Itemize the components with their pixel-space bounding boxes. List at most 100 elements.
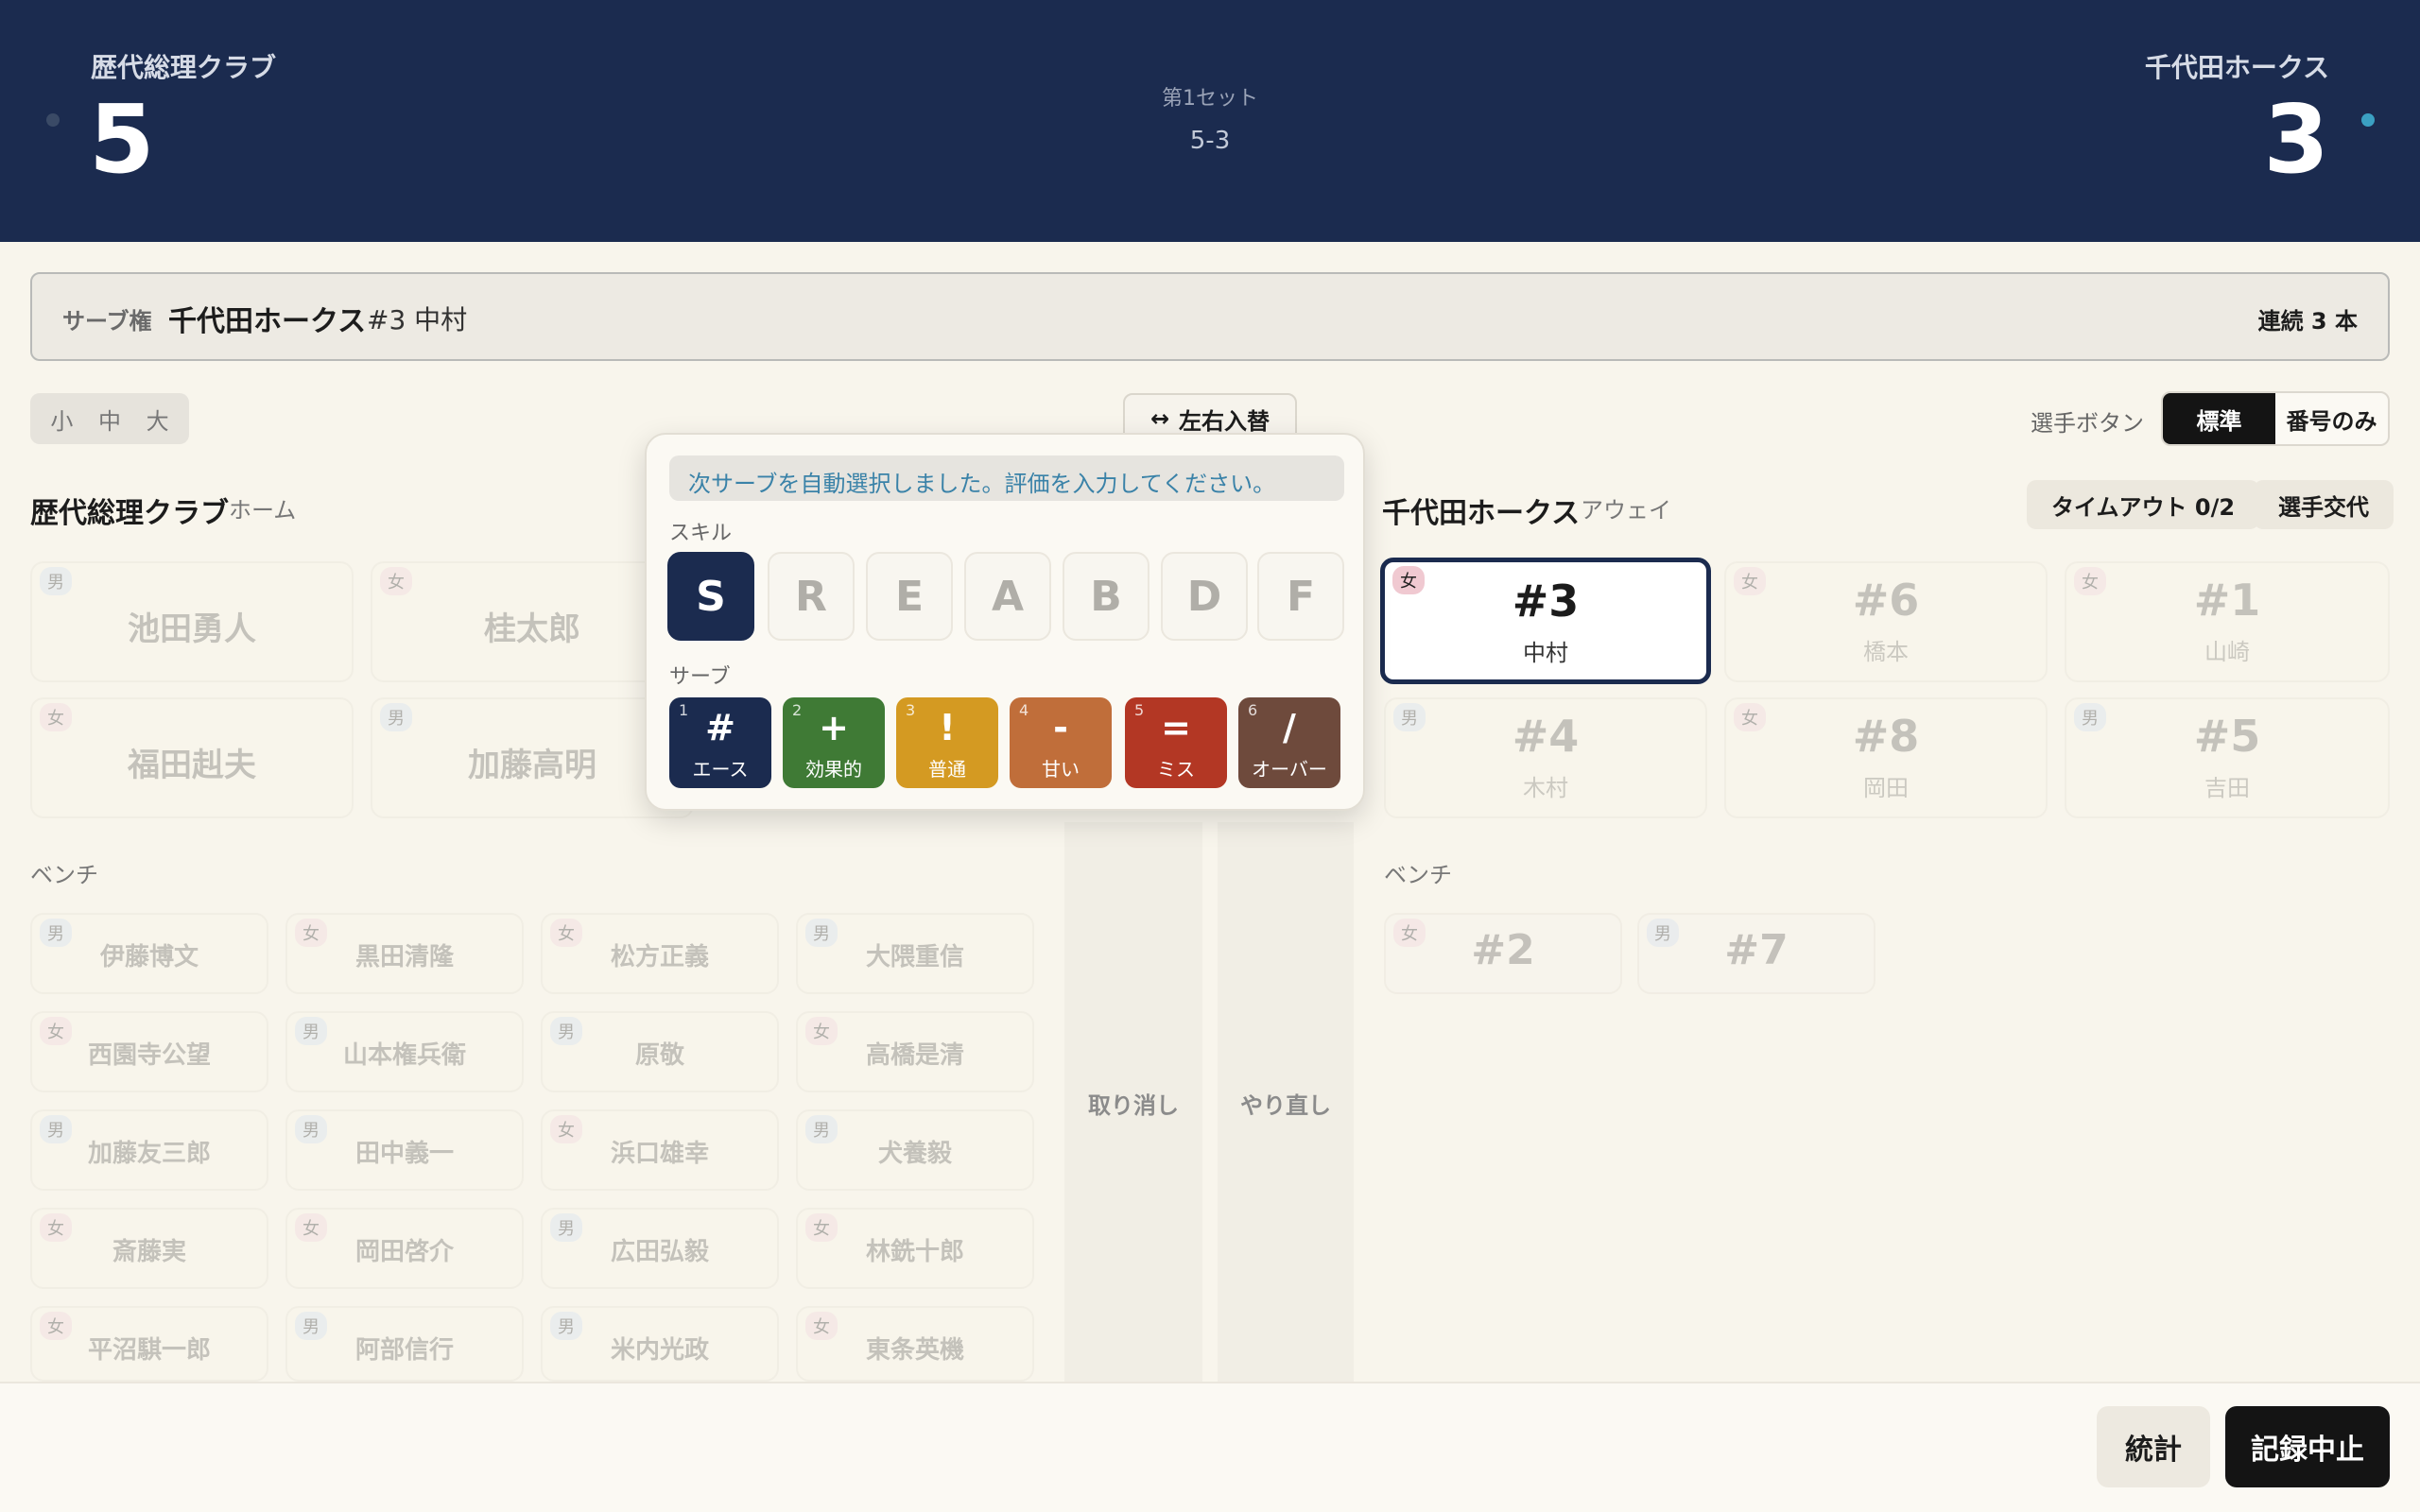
eval-miss-button[interactable]: 5 = ミス xyxy=(1125,697,1227,788)
player-number: #8 xyxy=(1852,711,1920,762)
away-team-title: 千代田ホークス xyxy=(1382,497,1581,530)
eval-weak-button[interactable]: 4 - 甘い xyxy=(1010,697,1112,788)
home-bench-player[interactable]: 女高橋是清 xyxy=(796,1011,1034,1092)
home-bench-player[interactable]: 女西園寺公望 xyxy=(30,1011,268,1092)
serve-streak: 連続 3 本 xyxy=(2257,308,2358,335)
player-name: 広田弘毅 xyxy=(610,1238,709,1266)
player-name: 平沼騏一郎 xyxy=(87,1336,211,1365)
timeout-button[interactable]: タイムアウト 0/2 xyxy=(2027,480,2260,529)
home-bench-player[interactable]: 女松方正義 xyxy=(541,913,779,994)
player-name: 大隈重信 xyxy=(865,943,964,971)
away-court-player[interactable]: 女 #1 山崎 xyxy=(2065,561,2390,682)
player-button-toggle: 標準 番号のみ xyxy=(2161,391,2390,446)
home-bench-player[interactable]: 男米内光政 xyxy=(541,1306,779,1382)
home-bench-player[interactable]: 男広田弘毅 xyxy=(541,1208,779,1289)
away-bench-label: ベンチ xyxy=(1384,862,1452,888)
home-bench-player[interactable]: 女浜口雄幸 xyxy=(541,1109,779,1191)
home-team-name: 歴代総理クラブ xyxy=(91,52,277,83)
home-bench-player[interactable]: 男阿部信行 xyxy=(285,1306,524,1382)
home-bench-player[interactable]: 女平沼騏一郎 xyxy=(30,1306,268,1382)
home-bench-player[interactable]: 女岡田啓介 xyxy=(285,1208,524,1289)
eval-normal-button[interactable]: 3 ! 普通 xyxy=(896,697,998,788)
stats-button[interactable]: 統計 xyxy=(2097,1406,2210,1487)
skill-button-d[interactable]: D xyxy=(1161,552,1248,641)
player-name: 米内光政 xyxy=(610,1336,709,1365)
gender-badge: 女 xyxy=(380,567,412,595)
player-name: 原敬 xyxy=(634,1041,684,1070)
eval-text: ミス xyxy=(1157,758,1195,781)
player-button-label: 選手ボタン xyxy=(2031,410,2144,437)
away-bench-player[interactable]: 男 #7 xyxy=(1637,913,1876,994)
home-bench-player[interactable]: 男伊藤博文 xyxy=(30,913,268,994)
size-medium-button[interactable]: 中 xyxy=(98,403,121,436)
eval-ace-button[interactable]: 1 # エース xyxy=(669,697,771,788)
skill-button-e[interactable]: E xyxy=(866,552,953,641)
gender-badge: 男 xyxy=(40,567,72,595)
home-bench-player[interactable]: 男山本権兵衛 xyxy=(285,1011,524,1092)
set-score: 5-3 xyxy=(1189,127,1231,155)
player-name: 橋本 xyxy=(1863,639,1909,665)
away-court-player[interactable]: 女 #6 橋本 xyxy=(1724,561,2048,682)
home-bench-player[interactable]: 男大隈重信 xyxy=(796,913,1034,994)
player-button-standard[interactable]: 標準 xyxy=(2163,393,2275,444)
eval-text: 効果的 xyxy=(805,758,862,781)
set-label: 第1セット xyxy=(1162,87,1258,111)
eval-text: 普通 xyxy=(928,758,966,781)
away-court-player[interactable]: 女 #8 岡田 xyxy=(1724,697,2048,818)
eval-symbol: - xyxy=(1053,707,1068,748)
skill-button-r[interactable]: R xyxy=(768,552,855,641)
away-team-role: アウェイ xyxy=(1581,497,1671,524)
gender-badge: 女 xyxy=(40,703,72,731)
player-number: #3 xyxy=(1512,576,1580,627)
player-name: 浜口雄幸 xyxy=(610,1140,709,1168)
size-toggle: 小 中 大 xyxy=(30,393,189,444)
eval-over-button[interactable]: 6 / オーバー xyxy=(1238,697,1340,788)
away-bench-player[interactable]: 女 #2 xyxy=(1384,913,1622,994)
serve-eval-label: サーブ xyxy=(669,665,731,689)
substitution-button[interactable]: 選手交代 xyxy=(2254,480,2394,529)
away-score: 3 xyxy=(2263,84,2329,195)
player-name: 木村 xyxy=(1523,775,1568,801)
player-name: 黒田清隆 xyxy=(354,943,454,971)
stop-recording-button[interactable]: 記録中止 xyxy=(2225,1406,2390,1487)
home-bench-player[interactable]: 女東条英機 xyxy=(796,1306,1034,1382)
away-serve-indicator xyxy=(2361,113,2375,127)
undo-button[interactable]: 取り消し xyxy=(1064,822,1202,1383)
away-court-player[interactable]: 女 #3 中村 xyxy=(1380,558,1711,684)
swap-icon: ↔ xyxy=(1150,405,1170,432)
player-name: 加藤友三郎 xyxy=(87,1140,211,1168)
player-name: 岡田啓介 xyxy=(354,1238,454,1266)
skill-button-f[interactable]: F xyxy=(1257,552,1344,641)
eval-symbol: = xyxy=(1161,707,1191,748)
home-court-player[interactable]: 女 福田赳夫 xyxy=(30,697,354,818)
skill-button-s[interactable]: S xyxy=(667,552,754,641)
skill-button-a[interactable]: A xyxy=(964,552,1051,641)
player-name: 東条英機 xyxy=(865,1336,964,1365)
away-court-player[interactable]: 男 #4 木村 xyxy=(1384,697,1707,818)
player-button-number-only[interactable]: 番号のみ xyxy=(2275,393,2388,444)
home-bench-player[interactable]: 女黒田清隆 xyxy=(285,913,524,994)
away-court-player[interactable]: 男 #5 吉田 xyxy=(2065,697,2390,818)
footer-bar xyxy=(0,1382,2420,1512)
player-name: 山崎 xyxy=(2204,639,2250,665)
home-bench-player[interactable]: 男原敬 xyxy=(541,1011,779,1092)
home-bench-player[interactable]: 男加藤友三郎 xyxy=(30,1109,268,1191)
skill-label: スキル xyxy=(669,522,733,545)
player-number: #6 xyxy=(1852,575,1920,626)
player-name: 岡田 xyxy=(1863,775,1909,801)
eval-effective-button[interactable]: 2 + 効果的 xyxy=(783,697,885,788)
redo-button[interactable]: やり直し xyxy=(1218,822,1354,1383)
home-bench-player[interactable]: 男犬養毅 xyxy=(796,1109,1034,1191)
player-name: 山本権兵衛 xyxy=(342,1041,466,1070)
skill-button-b[interactable]: B xyxy=(1063,552,1150,641)
home-court-player[interactable]: 男 池田勇人 xyxy=(30,561,354,682)
player-name: 伊藤博文 xyxy=(99,943,199,971)
home-bench-player[interactable]: 女林銑十郎 xyxy=(796,1208,1034,1289)
home-bench-player[interactable]: 女斎藤実 xyxy=(30,1208,268,1289)
size-large-button[interactable]: 大 xyxy=(147,403,169,436)
eval-symbol: + xyxy=(819,707,849,748)
home-bench-player[interactable]: 男田中義一 xyxy=(285,1109,524,1191)
size-small-button[interactable]: 小 xyxy=(50,403,73,436)
player-name: 中村 xyxy=(1523,640,1568,666)
eval-text: オーバー xyxy=(1252,758,1327,781)
